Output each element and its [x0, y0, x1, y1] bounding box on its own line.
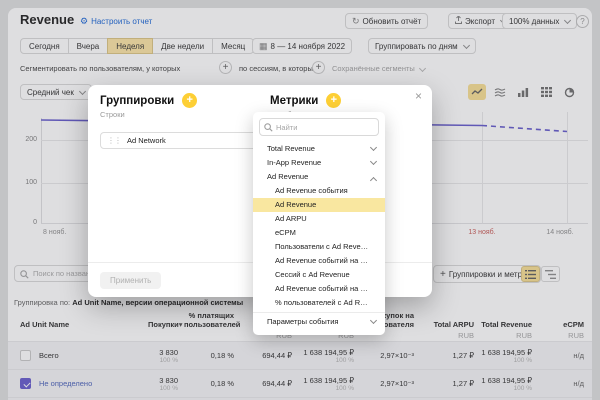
- page-title: Revenue: [20, 12, 75, 27]
- metric-item-ad-revenue-events[interactable]: Ad Revenue события: [253, 184, 385, 198]
- metric-item-users-with-ad-revenue[interactable]: Пользователи с Ad Revenue: [253, 240, 385, 254]
- line-chart-icon[interactable]: [468, 84, 486, 100]
- search-icon: [20, 270, 29, 279]
- refresh-report-button[interactable]: ↻ Обновить отчёт: [345, 13, 429, 29]
- drag-handle-icon[interactable]: ⋮⋮: [107, 136, 122, 145]
- list-divider: [253, 312, 385, 313]
- search-icon: [264, 122, 273, 132]
- metric-item-inapp-revenue[interactable]: In-App Revenue: [253, 156, 385, 170]
- tab-week[interactable]: Неделя: [107, 38, 154, 54]
- plus-icon: +: [440, 268, 446, 280]
- tab-yesterday[interactable]: Вчера: [67, 38, 109, 54]
- apply-button[interactable]: Применить: [100, 272, 162, 289]
- chevron-down-icon: [369, 157, 378, 166]
- add-grouping-button[interactable]: +: [182, 93, 198, 108]
- metric-item-ad-revenue-events-per-session[interactable]: Ad Revenue событий на сессию: [253, 282, 385, 296]
- metric-line-forecast-dashed: [481, 124, 568, 133]
- column-header-ad-unit-name[interactable]: Ad Unit Name: [8, 320, 148, 340]
- y-axis-tick-200: 200: [25, 136, 37, 143]
- configure-report-link[interactable]: ⚙ Настроить отчет: [80, 16, 153, 27]
- x-axis-tick-nov14: 14 нояб.: [546, 229, 574, 236]
- metric-item-event-params[interactable]: Параметры события: [253, 315, 385, 329]
- metrics-search-input[interactable]: [276, 119, 376, 135]
- metric-item-sessions-with-ad-revenue[interactable]: Сессий с Ad Revenue: [253, 268, 385, 282]
- row-name-link[interactable]: Не определено: [39, 379, 92, 388]
- calendar-icon: ▦: [259, 40, 268, 51]
- y-axis-tick-0: 0: [33, 219, 37, 226]
- row-name: Всего: [39, 351, 59, 360]
- y-axis-tick-100: 100: [25, 179, 37, 186]
- segment-sessions-label: по сессиям, в которых: [239, 64, 317, 73]
- group-by-days-button[interactable]: Группировать по дням: [368, 38, 476, 54]
- period-tabs: Сегодня Вчера Неделя Две недели Месяц: [20, 38, 255, 54]
- column-header-total-revenue[interactable]: Total Revenue RUB: [480, 320, 538, 340]
- flat-list-view-toggle[interactable]: [521, 266, 540, 282]
- metric-item-ad-revenue-group[interactable]: Ad Revenue: [253, 170, 385, 184]
- configure-report-label: Настроить отчет: [91, 17, 153, 26]
- metrics-title: Метрики: [270, 94, 319, 107]
- chevron-up-icon: [369, 176, 378, 184]
- add-user-segment-button[interactable]: +: [219, 61, 232, 74]
- chevron-down-icon: [418, 64, 426, 73]
- tab-month[interactable]: Месяц: [212, 38, 255, 54]
- x-axis-tick-nov8: 8 нояб.: [43, 229, 67, 236]
- stacked-area-chart-icon[interactable]: [491, 84, 509, 100]
- metric-item-ad-revenue-selected[interactable]: Ad Revenue: [253, 198, 385, 212]
- metric-item-pct-users-with-ad-revenue[interactable]: % пользователей с Ad Revenue: [253, 296, 385, 310]
- metric-item-ad-revenue-events-per-user[interactable]: Ad Revenue событий на пользовате…: [253, 254, 385, 268]
- column-header-total-arpu[interactable]: Total ARPU RUB: [420, 320, 480, 340]
- close-icon[interactable]: ×: [415, 90, 422, 102]
- column-header-paying-share[interactable]: % платящих пользователей: [184, 311, 240, 340]
- table-row-undefined: Не определено 3 830 100 % 0,18 % 694,44 ₽…: [8, 369, 592, 397]
- screenshot-frame: Revenue ⚙ Настроить отчет ↻ Обновить отч…: [0, 0, 600, 400]
- tree-view-toggle[interactable]: [541, 266, 560, 282]
- metrics-search-field[interactable]: [259, 118, 379, 136]
- data-sampling-button[interactable]: 100% данных: [502, 13, 578, 29]
- add-session-segment-button[interactable]: +: [312, 61, 325, 74]
- segment-users-label: Сегментировать по пользователям, у котор…: [20, 64, 181, 73]
- metric-item-ad-arpu[interactable]: Ad ARPU: [253, 212, 385, 226]
- x-axis-tick-nov13-current: 13 нояб.: [468, 229, 496, 236]
- chevron-down-icon: [369, 316, 378, 325]
- table-view-chart-icon[interactable]: [537, 84, 555, 100]
- chevron-down-icon: [564, 16, 572, 24]
- column-header-ecpm[interactable]: eCPM RUB: [538, 320, 592, 340]
- grouping-item-ad-network[interactable]: ⋮⋮ Ad Network: [100, 132, 262, 149]
- bar-chart-icon[interactable]: [514, 84, 532, 100]
- metrics-dropdown: Total Revenue In-App Revenue Ad Revenue …: [253, 112, 385, 335]
- column-header-purchases[interactable]: Покупки▾: [148, 320, 184, 340]
- tab-today[interactable]: Сегодня: [20, 38, 69, 54]
- row-checkbox[interactable]: [20, 350, 31, 361]
- date-range-button[interactable]: ▦ 8 — 14 ноября 2022: [252, 38, 353, 54]
- tab-two-weeks[interactable]: Две недели: [152, 38, 214, 54]
- metric-item-ecpm[interactable]: eCPM: [253, 226, 385, 240]
- gear-icon: ⚙: [80, 16, 89, 26]
- help-icon[interactable]: ?: [576, 15, 589, 28]
- sort-desc-icon: ▾: [178, 320, 183, 329]
- chevron-down-icon: [369, 143, 378, 152]
- row-checkbox-checked[interactable]: [20, 378, 31, 389]
- saved-segments-dropdown[interactable]: Сохранённые сегменты: [332, 64, 426, 73]
- groupings-title: Группировки: [100, 94, 175, 107]
- chevron-down-icon: [462, 41, 470, 49]
- grouping-summary: Группировка по: Ad Unit Name, версии опе…: [14, 298, 244, 307]
- table-row-total: Всего 3 830 100 % 0,18 % 694,44 ₽ 1 638 1…: [8, 341, 592, 369]
- chevron-down-icon: [78, 87, 86, 95]
- pie-chart-icon[interactable]: [560, 84, 578, 100]
- chart-metric-selector[interactable]: Средний чек: [20, 84, 92, 100]
- grouping-summary-value: Ad Unit Name, версии операционной систем…: [72, 298, 244, 307]
- refresh-icon: ↻: [352, 15, 360, 26]
- groupings-subtitle: Строки: [100, 110, 125, 119]
- metric-item-total-revenue[interactable]: Total Revenue: [253, 142, 385, 156]
- add-metric-button[interactable]: +: [326, 93, 342, 108]
- export-icon: [455, 15, 462, 26]
